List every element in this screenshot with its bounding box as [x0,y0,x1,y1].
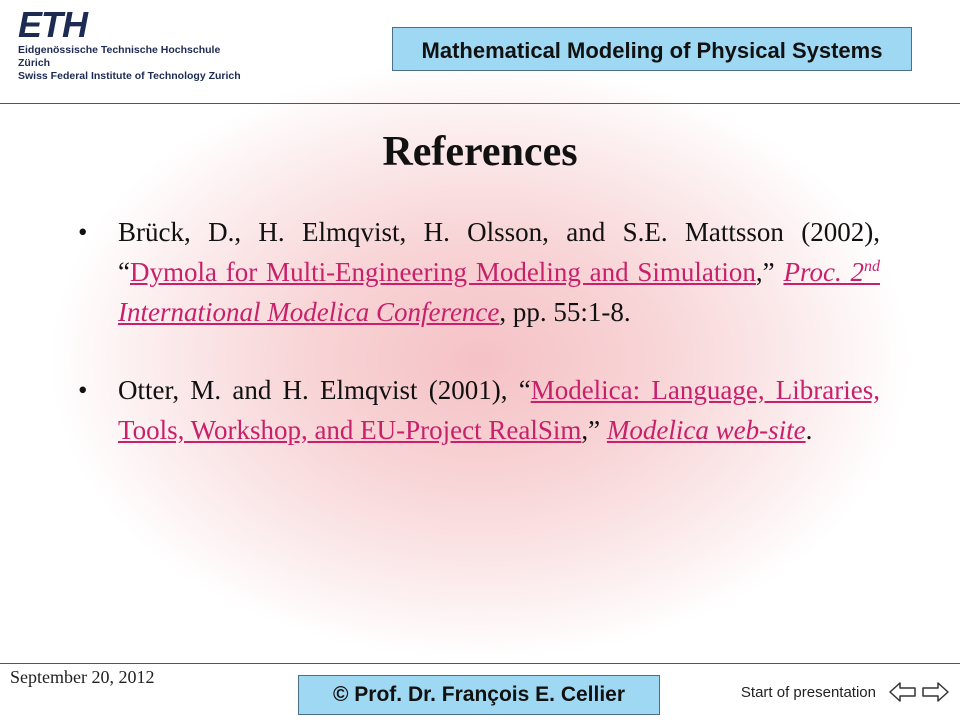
eth-logo-mark: ETH [18,4,88,45]
bullet-icon: • [78,217,88,247]
footer-author: © Prof. Dr. François E. Cellier [298,675,660,715]
course-title: Mathematical Modeling of Physical System… [421,38,883,63]
footer-date: September 20, 2012 [10,667,155,687]
reference-list: • Brück, D., H. Elmqvist, H. Olsson, and… [78,212,880,488]
eth-logo-line-german: Eidgenössische Technische Hochschule Zür… [18,44,221,69]
next-arrow-icon[interactable] [920,680,950,704]
venue-text-rest: International Modelica Conference [118,297,500,327]
slide-title: References [382,129,578,175]
eth-logo: ETH Eidgenössische Technische Hochschule… [8,6,248,86]
bullet-icon: • [78,375,88,405]
reference-item: • Otter, M. and H. Elmqvist (2001), “ Mod… [78,370,880,450]
reference-separator: ,” [755,257,784,287]
footer-divider [0,663,960,664]
reference-item: • Brück, D., H. Elmqvist, H. Olsson, and… [78,212,880,332]
reference-authors: Otter, M. and H. Elmqvist (2001), “ [118,375,531,405]
reference-pages: , pp. 55:1-8. [499,297,631,327]
eth-logo-line-english: Swiss Federal Institute of Technology Zu… [18,70,241,82]
previous-arrow-icon[interactable] [888,680,918,704]
venue-text: Proc. 2 [783,257,865,287]
reference-venue-link[interactable]: Modelica web-site [607,415,806,445]
reference-title-link[interactable]: Dymola for Multi-Engineering Modeling an… [130,257,756,287]
venue-superscript: nd [864,258,881,275]
header-divider [0,103,960,104]
reference-end: . [805,415,813,445]
reference-separator: ,” [581,415,607,445]
start-of-presentation-link[interactable]: Start of presentation [700,684,876,701]
